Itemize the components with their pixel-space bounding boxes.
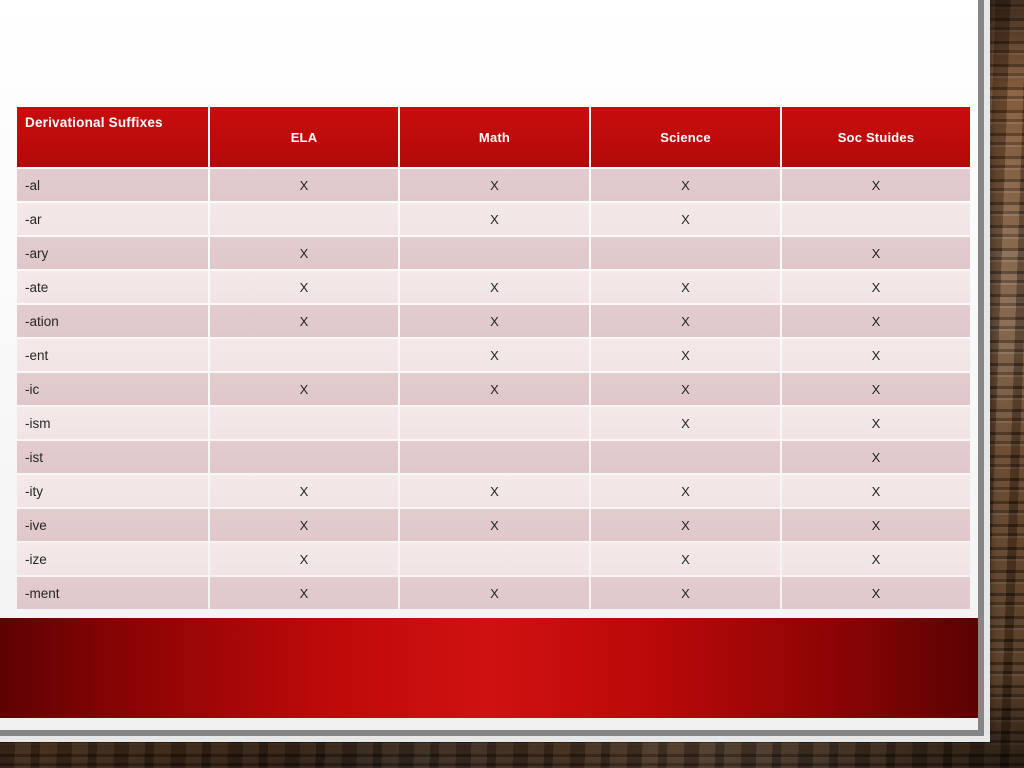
cell-math bbox=[400, 441, 589, 473]
cell-math bbox=[400, 543, 589, 575]
suffix-label: -al bbox=[17, 169, 208, 201]
cell-ela: X bbox=[210, 237, 398, 269]
cell-ela: X bbox=[210, 543, 398, 575]
cell-ela: X bbox=[210, 475, 398, 507]
cell-soc-studies: X bbox=[782, 441, 970, 473]
cell-ela bbox=[210, 441, 398, 473]
table-row: -ary X X bbox=[17, 237, 970, 269]
cell-soc-studies: X bbox=[782, 475, 970, 507]
suffix-label: -ment bbox=[17, 577, 208, 609]
cell-math: X bbox=[400, 475, 589, 507]
suffix-label: -ism bbox=[17, 407, 208, 439]
cell-soc-studies: X bbox=[782, 169, 970, 201]
suffix-label: -ic bbox=[17, 373, 208, 405]
suffix-label: -ate bbox=[17, 271, 208, 303]
cell-soc-studies: X bbox=[782, 305, 970, 337]
cell-math: X bbox=[400, 169, 589, 201]
table-header: Derivational Suffixes ELA Math Science S… bbox=[17, 107, 970, 167]
cell-soc-studies: X bbox=[782, 407, 970, 439]
suffix-label: -ation bbox=[17, 305, 208, 337]
cell-ela: X bbox=[210, 169, 398, 201]
table-row: -ity X X X X bbox=[17, 475, 970, 507]
table-row: -ive X X X X bbox=[17, 509, 970, 541]
cell-soc-studies: X bbox=[782, 373, 970, 405]
slide-frame-outer: Derivational Suffixes ELA Math Science S… bbox=[0, 0, 990, 742]
column-header-suffixes: Derivational Suffixes bbox=[17, 107, 208, 167]
table-row: -ar X X bbox=[17, 203, 970, 235]
column-header-ela: ELA bbox=[210, 107, 398, 167]
cell-science bbox=[591, 441, 780, 473]
cell-ela: X bbox=[210, 305, 398, 337]
column-header-social-studies: Soc Stuides bbox=[782, 107, 970, 167]
cell-math: X bbox=[400, 509, 589, 541]
cell-math: X bbox=[400, 203, 589, 235]
table-row: -ate X X X X bbox=[17, 271, 970, 303]
cell-soc-studies: X bbox=[782, 339, 970, 371]
cell-soc-studies: X bbox=[782, 577, 970, 609]
cell-science: X bbox=[591, 577, 780, 609]
cell-ela: X bbox=[210, 373, 398, 405]
suffix-label: -ist bbox=[17, 441, 208, 473]
cell-math bbox=[400, 407, 589, 439]
table-body: -al X X X X -ar X X -ary X X -ate X X X X -ation X X X X -ent… bbox=[17, 169, 970, 609]
suffix-label: -ary bbox=[17, 237, 208, 269]
suffix-label: -ar bbox=[17, 203, 208, 235]
cell-math bbox=[400, 237, 589, 269]
cell-science: X bbox=[591, 373, 780, 405]
cell-science: X bbox=[591, 271, 780, 303]
cell-ela bbox=[210, 339, 398, 371]
cell-science: X bbox=[591, 305, 780, 337]
column-header-science: Science bbox=[591, 107, 780, 167]
cell-math: X bbox=[400, 271, 589, 303]
cell-science: X bbox=[591, 509, 780, 541]
suffix-label: -ity bbox=[17, 475, 208, 507]
footer-red-band bbox=[0, 618, 978, 718]
cell-science: X bbox=[591, 339, 780, 371]
table-row: -al X X X X bbox=[17, 169, 970, 201]
table-row: -ment X X X X bbox=[17, 577, 970, 609]
cell-science: X bbox=[591, 169, 780, 201]
cell-math: X bbox=[400, 305, 589, 337]
column-header-math: Math bbox=[400, 107, 589, 167]
derivational-suffixes-table: Derivational Suffixes ELA Math Science S… bbox=[15, 105, 972, 611]
suffix-label: -ive bbox=[17, 509, 208, 541]
cell-ela bbox=[210, 407, 398, 439]
slide-frame-inner: Derivational Suffixes ELA Math Science S… bbox=[0, 0, 978, 730]
table-row: -ation X X X X bbox=[17, 305, 970, 337]
table-row: -ize X X X bbox=[17, 543, 970, 575]
table-header-row: Derivational Suffixes ELA Math Science S… bbox=[17, 107, 970, 167]
cell-math: X bbox=[400, 577, 589, 609]
slide-canvas: Derivational Suffixes ELA Math Science S… bbox=[0, 0, 978, 718]
cell-soc-studies: X bbox=[782, 237, 970, 269]
cell-soc-studies bbox=[782, 203, 970, 235]
table-row: -ent X X X bbox=[17, 339, 970, 371]
cell-science bbox=[591, 237, 780, 269]
cell-science: X bbox=[591, 543, 780, 575]
cell-ela bbox=[210, 203, 398, 235]
suffix-table-container: Derivational Suffixes ELA Math Science S… bbox=[15, 105, 970, 611]
cell-science: X bbox=[591, 203, 780, 235]
suffix-label: -ize bbox=[17, 543, 208, 575]
slide-stage: Derivational Suffixes ELA Math Science S… bbox=[0, 0, 1024, 768]
cell-soc-studies: X bbox=[782, 509, 970, 541]
cell-ela: X bbox=[210, 509, 398, 541]
cell-ela: X bbox=[210, 271, 398, 303]
table-row: -ic X X X X bbox=[17, 373, 970, 405]
cell-soc-studies: X bbox=[782, 543, 970, 575]
cell-soc-studies: X bbox=[782, 271, 970, 303]
table-row: -ism X X bbox=[17, 407, 970, 439]
suffix-label: -ent bbox=[17, 339, 208, 371]
slide-frame-border: Derivational Suffixes ELA Math Science S… bbox=[0, 0, 984, 736]
cell-science: X bbox=[591, 407, 780, 439]
cell-science: X bbox=[591, 475, 780, 507]
table-row: -ist X bbox=[17, 441, 970, 473]
cell-math: X bbox=[400, 339, 589, 371]
cell-math: X bbox=[400, 373, 589, 405]
cell-ela: X bbox=[210, 577, 398, 609]
